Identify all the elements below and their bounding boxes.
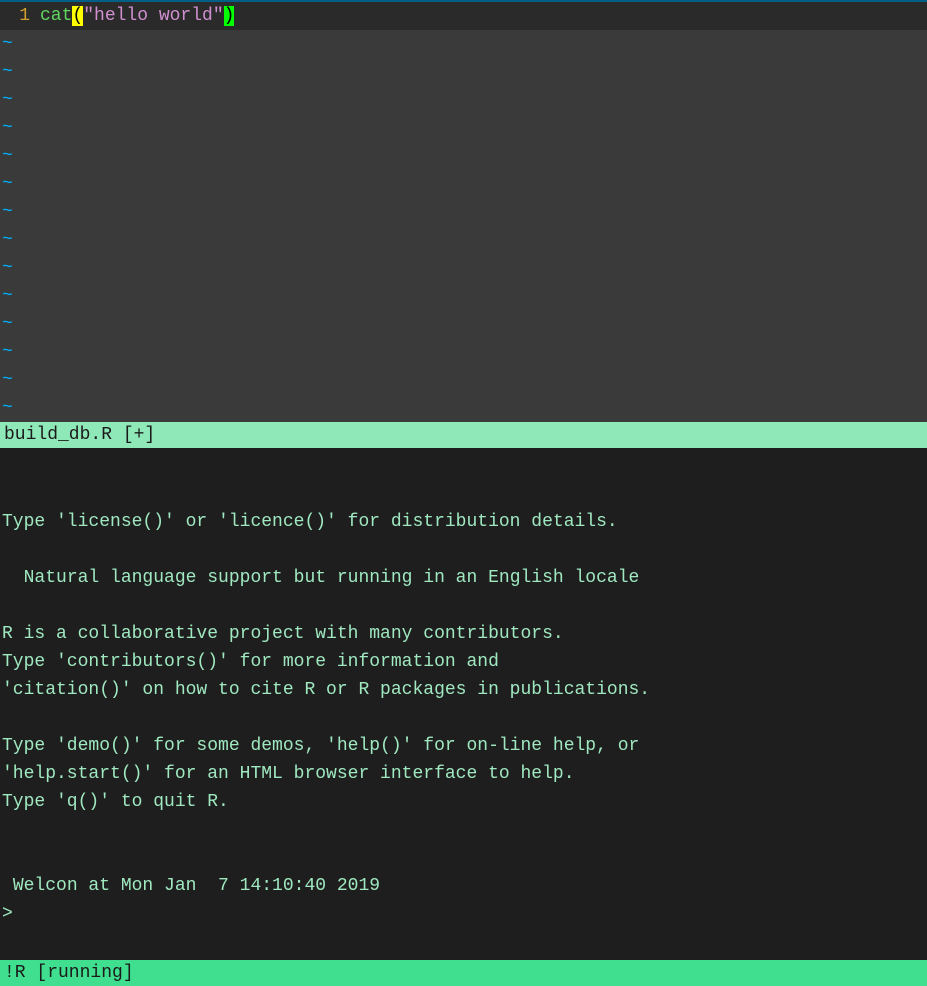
empty-line-tilde: ~ — [0, 226, 927, 254]
empty-line-tilde: ~ — [0, 142, 927, 170]
empty-line-tilde: ~ — [0, 282, 927, 310]
terminal-output: Type 'license()' or 'licence()' for dist… — [2, 508, 925, 928]
code-line[interactable]: 1 cat("hello world") — [0, 2, 927, 30]
terminal-line: 'citation()' on how to cite R or R packa… — [2, 676, 925, 704]
terminal-pane[interactable]: Type 'license()' or 'licence()' for dist… — [0, 448, 927, 960]
empty-line-tilde: ~ — [0, 366, 927, 394]
terminal-line: Type 'contributors()' for more informati… — [2, 648, 925, 676]
filename-status: build_db.R [+] — [4, 425, 155, 445]
close-paren-cursor: ) — [224, 6, 235, 26]
empty-line-tilde: ~ — [0, 338, 927, 366]
empty-line-tilde: ~ — [0, 310, 927, 338]
string-literal: "hello world" — [83, 6, 223, 26]
empty-line-tilde: ~ — [0, 86, 927, 114]
empty-line-tilde: ~ — [0, 58, 927, 86]
terminal-line: 'help.start()' for an HTML browser inter… — [2, 760, 925, 788]
empty-line-tilde: ~ — [0, 170, 927, 198]
terminal-line: R is a collaborative project with many c… — [2, 620, 925, 648]
terminal-line: Type 'license()' or 'licence()' for dist… — [2, 508, 925, 536]
code-content: cat("hello world") — [40, 6, 234, 26]
terminal-line — [2, 816, 925, 844]
terminal-line: Type 'demo()' for some demos, 'help()' f… — [2, 732, 925, 760]
empty-line-tilde: ~ — [0, 254, 927, 282]
terminal-line: > — [2, 900, 925, 928]
editor-status-bar: build_db.R [+] — [0, 422, 927, 448]
open-paren: ( — [72, 6, 83, 26]
terminal-line — [2, 592, 925, 620]
function-name: cat — [40, 6, 72, 26]
line-number: 1 — [0, 6, 40, 26]
terminal-line — [2, 704, 925, 732]
editor-pane[interactable]: 1 cat("hello world") ~~~~~~~~~~~~~~ — [0, 0, 927, 422]
empty-line-tilde: ~ — [0, 198, 927, 226]
empty-line-tilde: ~ — [0, 394, 927, 422]
terminal-line: Natural language support but running in … — [2, 564, 925, 592]
terminal-status-bar: !R [running] — [0, 960, 927, 986]
empty-line-tilde: ~ — [0, 114, 927, 142]
terminal-line: Welcon at Mon Jan 7 14:10:40 2019 — [2, 872, 925, 900]
terminal-line — [2, 844, 925, 872]
terminal-line — [2, 536, 925, 564]
empty-line-tilde: ~ — [0, 30, 927, 58]
terminal-status-text: !R [running] — [4, 963, 134, 983]
empty-lines: ~~~~~~~~~~~~~~ — [0, 30, 927, 422]
terminal-line: Type 'q()' to quit R. — [2, 788, 925, 816]
